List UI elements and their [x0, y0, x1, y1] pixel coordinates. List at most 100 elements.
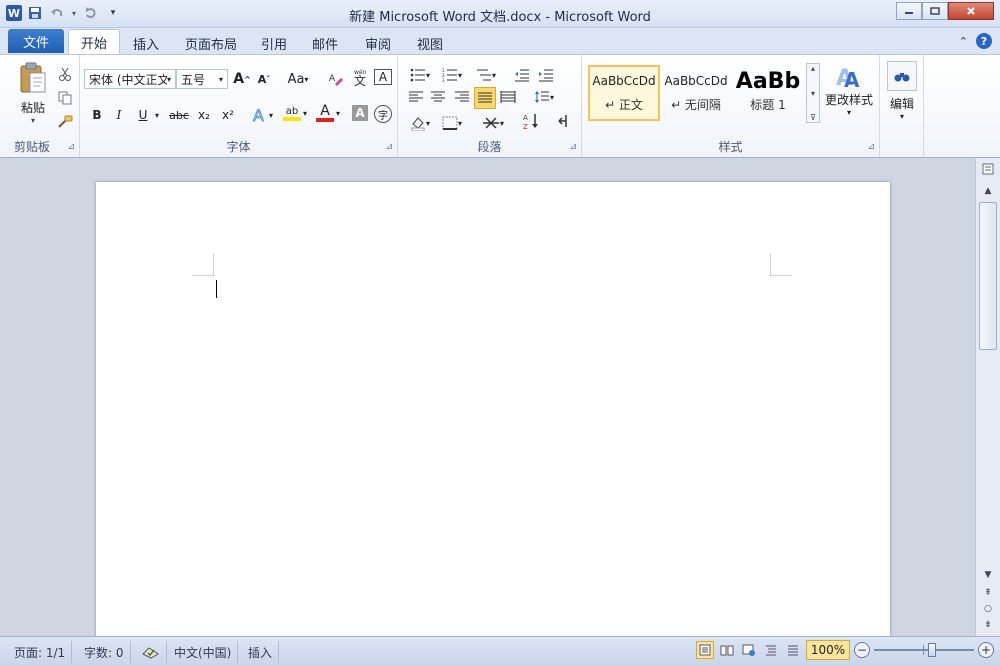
change-styles-dropdown-icon[interactable]: ▾: [847, 108, 851, 117]
font-size-dropdown-icon[interactable]: ▾: [219, 75, 223, 84]
font-color-button[interactable]: A ▾: [314, 103, 342, 123]
styles-scroll-down-icon[interactable]: ▾: [811, 89, 815, 98]
tab-home[interactable]: 开始: [68, 29, 121, 54]
format-painter-icon[interactable]: [56, 113, 74, 131]
document-page[interactable]: [96, 182, 890, 642]
underline-button[interactable]: U: [134, 105, 152, 125]
language-indicator[interactable]: 中文(中国): [168, 641, 239, 663]
chinese-layout-button[interactable]: ▾: [478, 113, 508, 133]
close-button[interactable]: [948, 2, 994, 20]
style-normal[interactable]: AaBbCcDd ↵ 正文: [588, 65, 660, 121]
character-border-icon[interactable]: A: [374, 69, 392, 85]
paste-button[interactable]: 粘贴 ▾: [10, 61, 56, 125]
enclose-characters-button[interactable]: 字: [374, 105, 392, 123]
numbering-button[interactable]: 1 2 3 ▾: [438, 65, 466, 85]
cut-icon[interactable]: [56, 65, 74, 83]
increase-indent-icon[interactable]: [536, 65, 556, 85]
font-size-combo[interactable]: 五号 ▾: [176, 69, 228, 89]
styles-scroll-up-icon[interactable]: ▴: [811, 64, 815, 73]
decrease-indent-icon[interactable]: [512, 65, 532, 85]
zoom-out-icon[interactable]: −: [854, 642, 870, 658]
character-shading-button[interactable]: A: [352, 105, 368, 121]
strikethrough-button[interactable]: abc: [166, 105, 192, 125]
change-styles-button[interactable]: A A 更改样式 ▾: [822, 61, 876, 117]
next-page-icon[interactable]: ⇟: [979, 618, 997, 632]
tab-page-layout[interactable]: 页面布局: [173, 31, 249, 54]
multilevel-list-button[interactable]: ▾: [472, 65, 500, 85]
previous-page-icon[interactable]: ⇞: [979, 586, 997, 600]
tab-insert[interactable]: 插入: [121, 31, 171, 54]
copy-icon[interactable]: [56, 89, 74, 107]
clipboard-launcher-icon[interactable]: ⊿: [67, 142, 75, 152]
subscript-button[interactable]: x₂: [194, 105, 214, 125]
bold-button[interactable]: B: [88, 105, 106, 125]
scroll-thumb[interactable]: [979, 202, 997, 350]
styles-launcher-icon[interactable]: ⊿: [867, 142, 875, 152]
font-launcher-icon[interactable]: ⊿: [385, 142, 393, 152]
font-group-label: 字体: [226, 140, 251, 154]
tab-file[interactable]: 文件: [8, 29, 64, 53]
align-right-icon[interactable]: [452, 87, 472, 107]
italic-button[interactable]: I: [110, 105, 128, 125]
outline-view-icon[interactable]: [762, 641, 780, 659]
editing-button[interactable]: 编辑 ▾: [884, 61, 920, 121]
status-bar: 页面: 1/1 字数: 0 中文(中国) 插入 100% − +: [0, 636, 1000, 666]
full-screen-reading-view-icon[interactable]: [718, 641, 736, 659]
highlight-button[interactable]: ab ▾: [280, 103, 310, 123]
paste-icon: [20, 62, 46, 93]
zoom-slider[interactable]: [874, 641, 974, 659]
zoom-in-icon[interactable]: +: [978, 642, 994, 658]
tab-view[interactable]: 视图: [405, 31, 455, 54]
styles-more-icon[interactable]: ⊽: [810, 113, 816, 122]
clear-formatting-icon[interactable]: A: [326, 69, 346, 89]
page-count[interactable]: 页面: 1/1: [8, 641, 73, 663]
minimize-button[interactable]: [896, 2, 922, 20]
text-effects-button[interactable]: A ▾: [248, 105, 276, 125]
style-heading-1[interactable]: AaBb 标题 1: [732, 65, 804, 121]
grow-font-button[interactable]: A ^: [232, 69, 252, 89]
style-no-spacing[interactable]: AaBbCcDd ↵ 无间隔: [660, 65, 732, 121]
ruler-toggle-icon[interactable]: [979, 162, 997, 176]
line-spacing-button[interactable]: ▾: [530, 87, 558, 107]
word-count[interactable]: 字数: 0: [78, 641, 131, 663]
zoom-level[interactable]: 100%: [806, 640, 850, 660]
paragraph-launcher-icon[interactable]: ⊿: [569, 142, 577, 152]
style-normal-name: ↵ 正文: [605, 97, 643, 112]
change-case-button[interactable]: Aa ▾: [284, 69, 312, 89]
borders-icon: [442, 116, 458, 130]
align-left-icon[interactable]: [406, 87, 426, 107]
print-layout-view-icon[interactable]: [696, 641, 714, 659]
tab-mailings[interactable]: 邮件: [300, 31, 350, 54]
superscript-button[interactable]: x²: [218, 105, 238, 125]
help-icon[interactable]: ?: [976, 33, 992, 49]
align-center-icon[interactable]: [428, 87, 448, 107]
browse-object-icon[interactable]: ○: [979, 602, 997, 616]
sort-icon[interactable]: AZ: [520, 111, 542, 131]
distributed-icon[interactable]: [498, 87, 518, 107]
font-name-combo[interactable]: 宋体 (中文正文 ▾: [84, 69, 176, 89]
insert-mode-indicator[interactable]: 插入: [242, 641, 280, 663]
paste-dropdown-icon[interactable]: ▾: [31, 116, 35, 125]
restore-button[interactable]: [922, 2, 948, 20]
show-marks-icon[interactable]: [554, 111, 574, 131]
bullets-button[interactable]: ▾: [406, 65, 434, 85]
tab-references[interactable]: 引用: [249, 31, 299, 54]
shading-button[interactable]: ▾: [406, 113, 434, 133]
minimize-ribbon-icon[interactable]: ⌃: [959, 35, 968, 48]
shrink-font-button[interactable]: Aˇ: [254, 69, 274, 89]
editing-dropdown-icon[interactable]: ▾: [900, 112, 904, 121]
zoom-slider-thumb[interactable]: [928, 643, 936, 657]
draft-view-icon[interactable]: [784, 641, 802, 659]
proofing-icon[interactable]: [136, 641, 167, 663]
borders-button[interactable]: ▾: [438, 113, 466, 133]
phonetic-guide-icon[interactable]: wén 文: [350, 67, 372, 87]
scroll-up-icon[interactable]: ▲: [979, 184, 997, 198]
font-name-dropdown-icon[interactable]: ▾: [167, 75, 171, 84]
paragraph-group-label: 段落: [477, 140, 502, 154]
underline-dropdown-icon[interactable]: ▾: [152, 105, 162, 125]
tab-review[interactable]: 审阅: [353, 31, 403, 54]
vertical-scrollbar[interactable]: ▲ ▼ ⇞ ○ ⇟: [975, 158, 1000, 636]
web-layout-view-icon[interactable]: [740, 641, 758, 659]
scroll-down-icon[interactable]: ▼: [979, 568, 997, 582]
justify-button[interactable]: [474, 87, 496, 109]
